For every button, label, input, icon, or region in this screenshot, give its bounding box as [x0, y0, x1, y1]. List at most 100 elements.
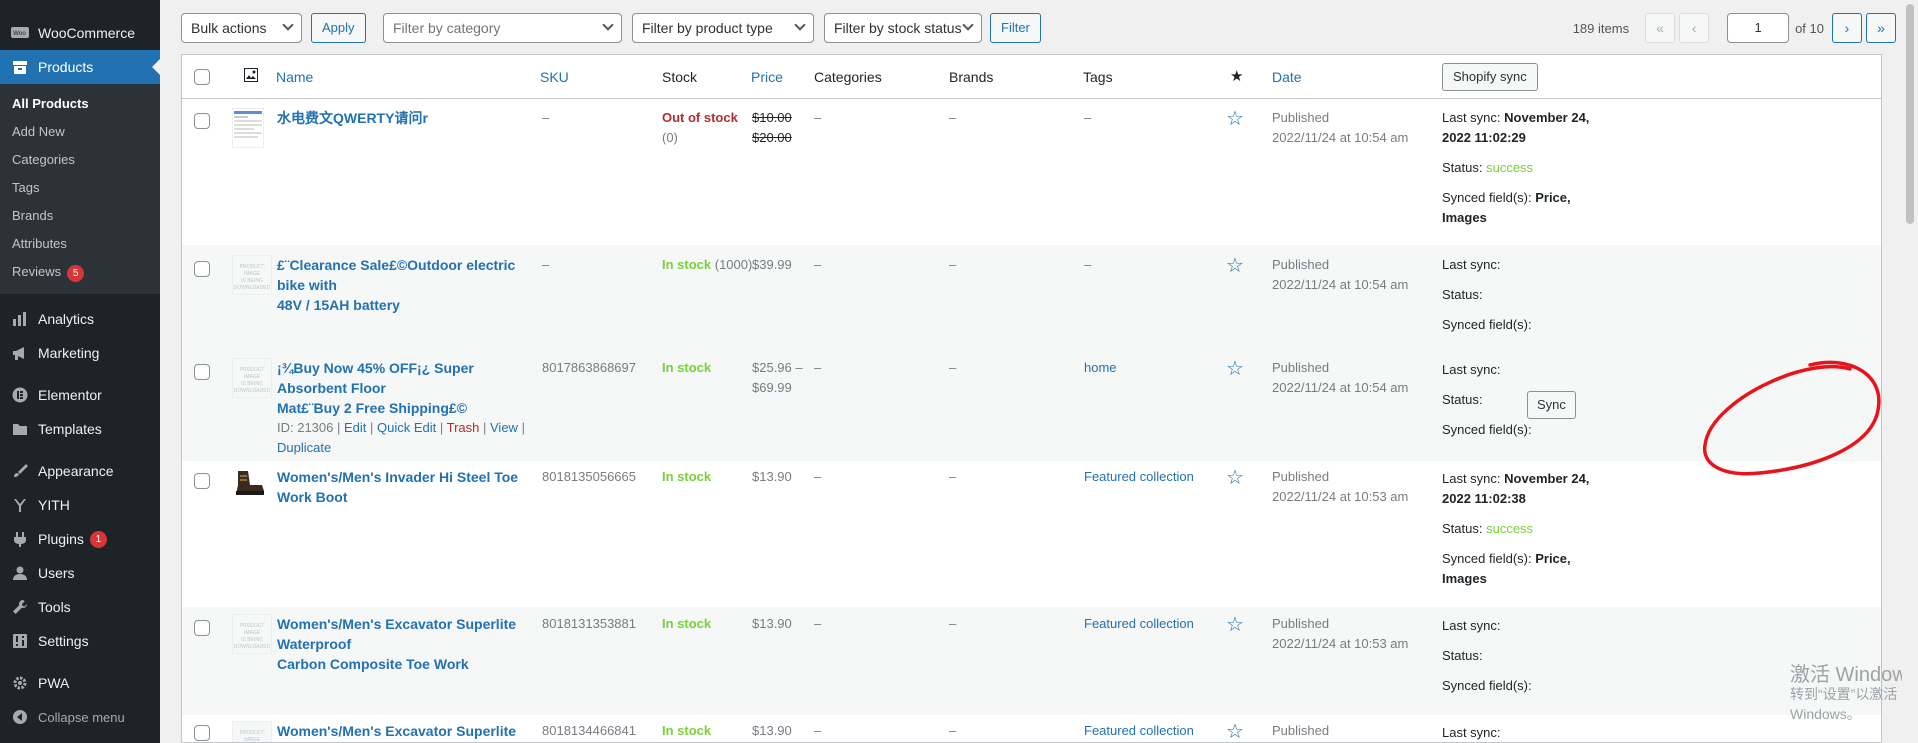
shopify-sync-cell: Last sync: Status: Synced field(s):: [1442, 257, 1532, 332]
submenu-all-products[interactable]: All Products: [0, 90, 160, 118]
sku-cell: 8018134466841: [542, 723, 636, 738]
menu-elementor[interactable]: Elementor: [0, 378, 160, 412]
row-checkbox[interactable]: [194, 113, 210, 129]
select-all-checkbox[interactable]: [194, 69, 210, 85]
next-page-button[interactable]: ›: [1832, 13, 1862, 43]
submenu-reviews[interactable]: Reviews 5: [0, 258, 160, 286]
row-checkbox[interactable]: [194, 261, 210, 277]
product-name-link[interactable]: Women's/Men's Invader Hi Steel Toe Work …: [277, 467, 547, 507]
product-name-link[interactable]: Women's/Men's Excavator Superlite Waterp…: [277, 614, 547, 674]
stock-cell: In stock: [662, 467, 711, 487]
product-thumbnail[interactable]: [231, 107, 272, 149]
admin-sidebar: Woo WooCommerce Products All Products Ad…: [0, 0, 160, 743]
page-scrollbar[interactable]: [1902, 0, 1918, 743]
submenu-tags[interactable]: Tags: [0, 174, 160, 202]
product-thumbnail-placeholder[interactable]: PRODUCT IMAGE IS BEING DOWNLOADED: [232, 358, 272, 398]
sku-cell: –: [542, 257, 550, 272]
column-date[interactable]: Date: [1272, 69, 1302, 85]
brands-cell: –: [949, 469, 957, 484]
yith-icon: [10, 495, 30, 515]
shopify-sync-cell: Last sync: November 24, 2022 11:02:29 St…: [1442, 110, 1590, 225]
column-name[interactable]: Name: [276, 69, 313, 85]
paintbrush-icon: [10, 461, 30, 481]
product-name-link[interactable]: Women's/Men's Excavator Superlite Cool: [277, 721, 547, 742]
submenu-attributes[interactable]: Attributes: [0, 230, 160, 258]
first-page-button[interactable]: «: [1645, 13, 1676, 43]
menu-analytics[interactable]: Analytics: [0, 302, 160, 336]
star-outline-icon[interactable]: ☆: [1226, 612, 1244, 637]
row-checkbox[interactable]: [194, 725, 210, 741]
menu-yith[interactable]: YITH: [0, 488, 160, 522]
megaphone-icon: [10, 343, 30, 363]
prev-page-button[interactable]: ‹: [1679, 13, 1710, 43]
star-outline-icon[interactable]: ☆: [1226, 106, 1244, 131]
column-sku[interactable]: SKU: [540, 69, 569, 85]
tags-cell[interactable]: Featured collection: [1084, 721, 1194, 741]
shopify-sync-button[interactable]: Shopify sync: [1442, 63, 1538, 91]
stock-status: In stock: [662, 616, 712, 631]
menu-appearance[interactable]: Appearance: [0, 454, 160, 488]
quick-edit-link[interactable]: Quick Edit: [377, 420, 436, 435]
stock-cell: In stock: [662, 358, 711, 378]
filter-category-select[interactable]: Filter by category: [383, 13, 622, 43]
current-page-input[interactable]: 1: [1727, 13, 1790, 43]
edit-link[interactable]: Edit: [344, 420, 366, 435]
menu-products[interactable]: Products: [0, 50, 160, 84]
featured-star-icon: ★: [1230, 68, 1244, 85]
row-actions: ID: 21306 | Edit | Quick Edit | Trash | …: [277, 420, 525, 455]
price-cell: $39.99: [752, 257, 792, 272]
categories-cell: –: [814, 616, 822, 631]
tags-cell[interactable]: home: [1084, 358, 1117, 378]
submenu-brands[interactable]: Brands: [0, 202, 160, 230]
row-checkbox[interactable]: [194, 620, 210, 636]
date-cell: Published 2022/11/24 at 10:54 am: [1272, 110, 1409, 145]
view-link[interactable]: View: [490, 420, 518, 435]
shopify-sync-cell: Last sync: November 24, 2022 11:02:38 St…: [1442, 471, 1590, 586]
table-row: PRODUCT IMAGE IS BEING DOWNLOADED £¨Clearan…: [182, 245, 1881, 353]
date-cell: Published 2022/11/24 at 10:54 am: [1272, 360, 1409, 395]
product-thumbnail-placeholder[interactable]: PRODUCT IMAGE IS BEING DOWNLOADED: [232, 255, 272, 295]
product-name-link[interactable]: £¨Clearance Sale£©Outdoor electric bike …: [277, 255, 537, 315]
menu-tools[interactable]: Tools: [0, 590, 160, 624]
product-thumbnail-placeholder[interactable]: PRODUCT IMAGE: [232, 721, 272, 742]
last-page-button[interactable]: »: [1866, 13, 1896, 43]
submenu-categories[interactable]: Categories: [0, 146, 160, 174]
product-name-link[interactable]: ¡¾Buy Now 45% OFF¡¿ Super Absorbent Floo…: [277, 358, 547, 418]
menu-settings[interactable]: Settings: [0, 624, 160, 658]
menu-plugins[interactable]: Plugins 1: [0, 522, 160, 556]
menu-templates[interactable]: Templates: [0, 412, 160, 446]
star-outline-icon[interactable]: ☆: [1226, 719, 1244, 742]
stock-qty: (1000): [714, 257, 753, 272]
tags-cell[interactable]: Featured collection: [1084, 467, 1194, 487]
product-name-link[interactable]: 水电费文QWERTY请问r: [277, 108, 537, 128]
sku-cell: –: [542, 110, 550, 125]
stock-cell: In stock (1000): [662, 255, 752, 275]
trash-link[interactable]: Trash: [447, 420, 480, 435]
menu-users[interactable]: Users: [0, 556, 160, 590]
column-price[interactable]: Price: [751, 69, 783, 85]
scrollbar-thumb[interactable]: [1906, 4, 1914, 224]
tags-cell[interactable]: Featured collection: [1084, 614, 1194, 634]
filter-product-type-select[interactable]: Filter by product type: [632, 13, 814, 43]
row-checkbox[interactable]: [194, 473, 210, 489]
bulk-actions-select[interactable]: Bulk actions: [181, 13, 302, 43]
menu-pwa[interactable]: PWA: [0, 666, 160, 700]
apply-button[interactable]: Apply: [311, 13, 366, 43]
filter-stock-status-select[interactable]: Filter by stock status: [824, 13, 982, 43]
product-thumbnail[interactable]: [232, 467, 272, 507]
brands-cell: –: [949, 110, 957, 125]
tablenav-top: Bulk actions Apply Filter by category Fi…: [181, 13, 1896, 45]
star-outline-icon[interactable]: ☆: [1226, 253, 1244, 278]
submenu-add-new[interactable]: Add New: [0, 118, 160, 146]
filter-button[interactable]: Filter: [990, 13, 1041, 43]
row-checkbox[interactable]: [194, 364, 210, 380]
star-outline-icon[interactable]: ☆: [1226, 465, 1244, 490]
star-outline-icon[interactable]: ☆: [1226, 356, 1244, 381]
sync-button[interactable]: Sync: [1527, 391, 1576, 419]
menu-woocommerce[interactable]: Woo WooCommerce: [0, 16, 160, 50]
collapse-menu[interactable]: Collapse menu: [0, 700, 160, 734]
menu-marketing[interactable]: Marketing: [0, 336, 160, 370]
duplicate-link[interactable]: Duplicate: [277, 440, 331, 455]
folder-icon: [10, 419, 30, 439]
product-thumbnail-placeholder[interactable]: PRODUCT IMAGE IS BEING DOWNLOADED: [232, 614, 272, 654]
